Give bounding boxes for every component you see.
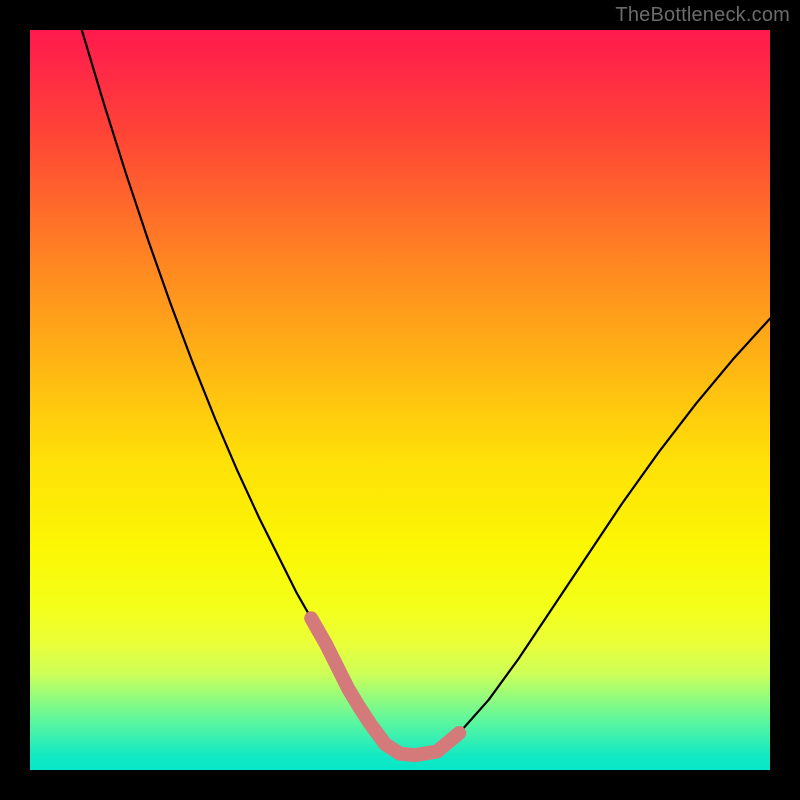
chart-frame: TheBottleneck.com — [0, 0, 800, 800]
plot-area — [30, 30, 770, 770]
bottleneck-curve — [82, 30, 770, 755]
highlight-segment — [311, 618, 459, 755]
plot-svg — [30, 30, 770, 770]
watermark-text: TheBottleneck.com — [615, 4, 790, 27]
